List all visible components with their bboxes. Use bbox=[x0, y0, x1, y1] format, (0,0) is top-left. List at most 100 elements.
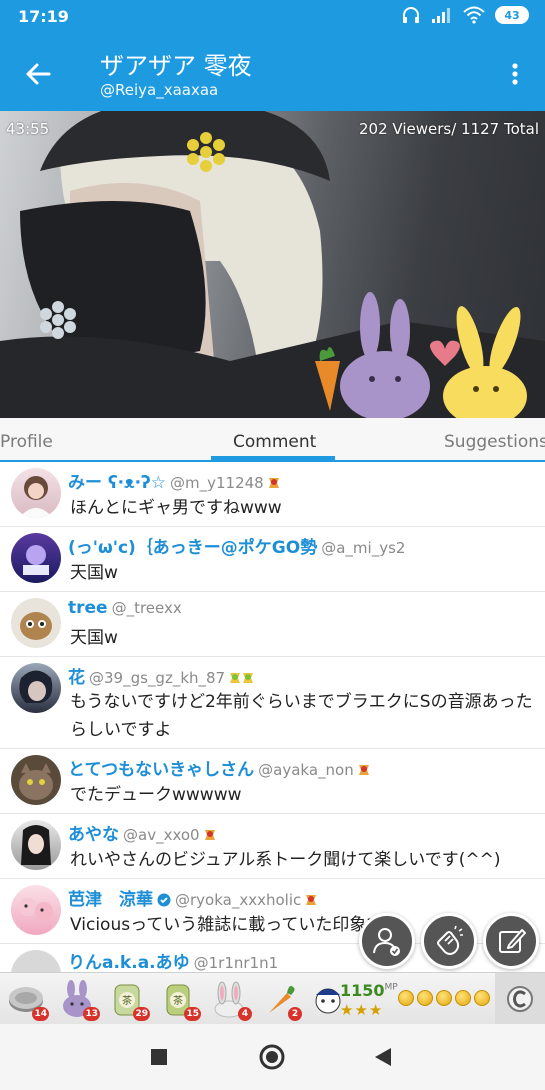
comment-item[interactable]: 花 @39_gs_gz_kh_87 もうないですけど2年前ぐらいまでブラエクにSの… bbox=[0, 657, 545, 749]
comment-list[interactable]: みー ʕ·ᴥ·ʔ☆ @m_y11248 ほんとにギャ男ですねwww (っ'ω'c)… bbox=[0, 462, 545, 972]
coin-icon bbox=[398, 990, 414, 1006]
red-ribbon-icon bbox=[268, 478, 279, 488]
author-name: りんa.k.a.あゆ bbox=[68, 953, 190, 972]
author-handle: @av_xxo0 bbox=[123, 826, 200, 844]
more-vertical-icon bbox=[512, 63, 518, 85]
red-ribbon-icon bbox=[358, 765, 369, 775]
comment-author[interactable]: あやな @av_xxo0 bbox=[68, 820, 216, 845]
author-handle: @m_y11248 bbox=[170, 474, 264, 492]
clap-button[interactable] bbox=[421, 913, 477, 969]
screen: 17:19 43 ザアザア 零夜 @Reiya_xaaxaa 43:55 202… bbox=[0, 0, 545, 1090]
edit-icon bbox=[499, 929, 526, 953]
comment-item[interactable]: みー ʕ·ᴥ·ʔ☆ @m_y11248 ほんとにギャ男ですねwww bbox=[0, 462, 545, 527]
avatar-image bbox=[19, 670, 53, 703]
avatar-image bbox=[19, 763, 53, 800]
avatar[interactable] bbox=[11, 468, 61, 518]
author-name: とてつもないきゃしさん bbox=[68, 760, 255, 780]
gift-item[interactable]: 茶 15 bbox=[158, 979, 201, 1021]
gift-count: 29 bbox=[133, 1007, 150, 1021]
coin-row bbox=[398, 990, 490, 1006]
tab-bar: Profile Comment Suggestions bbox=[0, 418, 545, 462]
avatar[interactable] bbox=[11, 820, 61, 870]
verified-icon bbox=[157, 893, 171, 907]
write-comment-button[interactable] bbox=[483, 913, 539, 969]
avatar-image bbox=[19, 476, 53, 518]
gift-count: 14 bbox=[32, 1007, 49, 1021]
svg-text:茶: 茶 bbox=[122, 994, 132, 1007]
tab-indicator bbox=[211, 456, 335, 460]
avatar-image bbox=[20, 612, 52, 640]
avatar-image bbox=[21, 825, 51, 865]
gift-item[interactable]: 4 bbox=[209, 979, 252, 1021]
green-ribbon-icon bbox=[230, 673, 254, 683]
comment-author[interactable]: (っ'ω'c)｛あっきー@ポケGO勢 @a_mi_ys2 bbox=[68, 533, 405, 558]
battery-level: 43 bbox=[504, 8, 520, 22]
clap-icon bbox=[437, 925, 463, 955]
system-nav-bar bbox=[0, 1024, 545, 1090]
signal-icon bbox=[432, 8, 450, 23]
coin-icon bbox=[417, 990, 433, 1006]
author-handle: @1r1nr1n1 bbox=[193, 954, 279, 972]
page-subtitle: @Reiya_xaaxaa bbox=[100, 81, 219, 99]
status-time: 17:19 bbox=[18, 7, 69, 26]
headphones-icon bbox=[403, 7, 419, 23]
avatar[interactable] bbox=[11, 755, 61, 805]
viewer-count: 202 Viewers/ 1127 Total bbox=[359, 120, 539, 138]
home-icon[interactable] bbox=[259, 1044, 285, 1070]
c-circle-icon bbox=[507, 986, 533, 1012]
author-handle: @ayaka_non bbox=[258, 761, 354, 779]
coin-icon bbox=[455, 990, 471, 1006]
comment-author[interactable]: みー ʕ·ᴥ·ʔ☆ @m_y11248 bbox=[68, 468, 280, 493]
elapsed-time: 43:55 bbox=[6, 120, 50, 138]
comment-author[interactable]: とてつもないきゃしさん @ayaka_non bbox=[68, 755, 370, 780]
author-name: tree bbox=[68, 598, 108, 618]
comment-item[interactable]: tree @_treexx 天国w bbox=[0, 592, 545, 657]
svg-text:茶: 茶 bbox=[173, 994, 183, 1007]
comment-author[interactable]: 花 @39_gs_gz_kh_87 bbox=[68, 663, 255, 688]
author-handle: @a_mi_ys2 bbox=[321, 539, 406, 557]
comment-item[interactable]: あやな @av_xxo0 れいやさんのビジュアル系トーク聞けて楽しいです(^^) bbox=[0, 814, 545, 879]
tab-profile[interactable]: Profile bbox=[0, 432, 53, 452]
comment-author[interactable]: 芭津 涼華 @ryoka_xxxholic bbox=[68, 885, 317, 910]
comment-text: 天国w bbox=[70, 563, 118, 583]
gift-item[interactable]: 茶 29 bbox=[107, 979, 150, 1021]
comment-item[interactable]: とてつもないきゃしさん @ayaka_non でたデュークwwwww bbox=[0, 749, 545, 814]
avatar[interactable] bbox=[11, 598, 61, 648]
status-bar: 17:19 43 bbox=[0, 0, 545, 34]
tab-comment[interactable]: Comment bbox=[233, 432, 316, 452]
author-name: 芭津 涼華 bbox=[68, 890, 153, 910]
red-ribbon-icon bbox=[204, 830, 215, 840]
gift-item[interactable]: 14 bbox=[6, 979, 49, 1021]
avatar[interactable] bbox=[11, 950, 61, 972]
avatar[interactable] bbox=[11, 663, 61, 713]
avatar[interactable] bbox=[11, 885, 61, 935]
comment-author[interactable]: りんa.k.a.あゆ @1r1nr1n1 bbox=[68, 948, 278, 972]
mp-points: 1150MP bbox=[340, 981, 398, 1000]
author-handle: @_treexx bbox=[111, 599, 182, 617]
comment-author[interactable]: tree @_treexx bbox=[68, 598, 182, 618]
gift-item[interactable]: 2 bbox=[259, 979, 302, 1021]
page-title: ザアザア 零夜 bbox=[100, 52, 252, 80]
recent-apps-icon[interactable] bbox=[150, 1048, 168, 1066]
gift-count: 15 bbox=[184, 1007, 201, 1021]
wifi-icon bbox=[463, 6, 485, 24]
author-name: みー ʕ·ᴥ·ʔ☆ bbox=[68, 473, 167, 493]
gift-bar: 14 13 茶 29 茶 15 4 2 1150MP ★★★ bbox=[0, 972, 545, 1025]
back-button[interactable] bbox=[20, 56, 56, 92]
gift-count: 2 bbox=[288, 1007, 302, 1021]
back-nav-icon[interactable] bbox=[374, 1047, 392, 1067]
follow-button[interactable] bbox=[359, 913, 415, 969]
tab-suggestions[interactable]: Suggestions bbox=[444, 432, 545, 452]
comment-text: でたデュークwwwww bbox=[70, 785, 242, 805]
mp-stars: ★★★ bbox=[340, 1001, 384, 1019]
comment-text: 天国w bbox=[70, 628, 118, 648]
gift-count: 4 bbox=[238, 1007, 252, 1021]
comment-item[interactable]: (っ'ω'c)｛あっきー@ポケGO勢 @a_mi_ys2 天国w bbox=[0, 527, 545, 592]
avatar[interactable] bbox=[11, 533, 61, 583]
author-handle: @39_gs_gz_kh_87 bbox=[89, 669, 226, 687]
gift-item[interactable]: 13 bbox=[57, 979, 100, 1021]
live-video[interactable]: 43:55 202 Viewers/ 1127 Total bbox=[0, 111, 545, 418]
red-ribbon-icon bbox=[306, 895, 317, 905]
more-options-button[interactable] bbox=[503, 56, 527, 92]
c-button[interactable] bbox=[495, 973, 545, 1025]
